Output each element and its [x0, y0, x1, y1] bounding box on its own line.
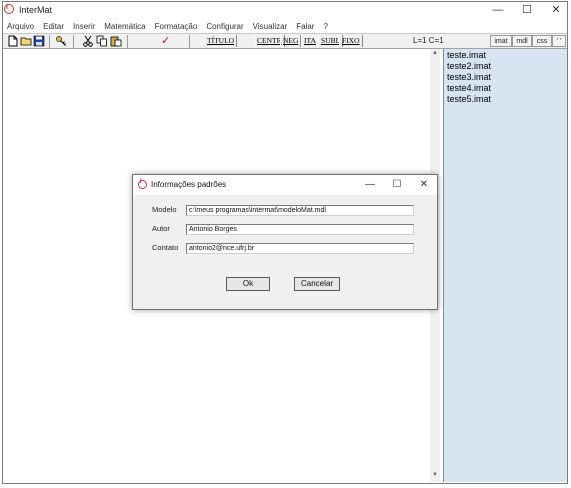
file-list-item[interactable]: teste.imat	[447, 50, 486, 60]
menu-formatacao[interactable]: Formatação	[155, 21, 198, 33]
check-icon[interactable]: ✓	[161, 34, 170, 48]
ok-button[interactable]: Ok	[226, 277, 270, 291]
window-title: InterMat	[19, 5, 53, 15]
cut-icon[interactable]	[82, 35, 94, 47]
italico-button[interactable]: ITA	[301, 35, 319, 47]
toolbar: ✓ TÍTULO CENTR NEG ITA SUBL FIXO L=1 C=1…	[3, 33, 567, 49]
save-icon[interactable]	[33, 35, 45, 47]
contato-input[interactable]: antonio2@nce.ufrj.br	[186, 243, 414, 254]
maximize-button[interactable]: ☐	[516, 3, 538, 17]
close-button[interactable]: ✕	[545, 3, 567, 17]
menu-inserir[interactable]: Inserir	[73, 21, 95, 33]
dialog-app-icon: I	[138, 179, 147, 189]
dialog-minimize-button[interactable]: —	[360, 178, 380, 192]
toolbar-separator	[189, 35, 190, 48]
file-list-item[interactable]: teste2.imat	[447, 61, 491, 71]
menu-visualizar[interactable]: Visualizar	[253, 21, 288, 33]
scroll-up-icon[interactable]: ▲	[430, 50, 440, 58]
scroll-down-icon[interactable]: ▼	[430, 472, 440, 480]
autor-input[interactable]: Antonio Borges	[186, 224, 414, 235]
titulo-button[interactable]: TÍTULO	[204, 35, 238, 47]
cursor-position: L=1 C=1	[413, 36, 444, 45]
paste-icon[interactable]	[110, 35, 122, 47]
title-bar	[3, 2, 567, 21]
menu-bar: Arquivo Editar Inserir Matemática Format…	[3, 21, 567, 33]
menu-configurar[interactable]: Configurar	[206, 21, 243, 33]
negrito-button[interactable]: NEG	[280, 35, 302, 47]
modelo-input[interactable]: c:\meus programas\intermat\modeloMat.mdl	[186, 205, 414, 216]
minimize-button[interactable]: —	[487, 3, 509, 17]
menu-matematica[interactable]: Matemática	[104, 21, 145, 33]
tab-mdl[interactable]: mdl	[512, 35, 532, 47]
file-list-item[interactable]: teste5.imat	[447, 94, 491, 104]
new-document-icon[interactable]	[7, 35, 19, 47]
tab-css[interactable]: css	[532, 35, 552, 47]
menu-help[interactable]: ?	[323, 21, 327, 33]
contato-label: Contato	[152, 243, 179, 252]
fixo-button[interactable]: FIXO	[339, 35, 363, 47]
menu-editar[interactable]: Editar	[43, 21, 64, 33]
tab-imat[interactable]: imat	[490, 35, 512, 47]
menu-arquivo[interactable]: Arquivo	[7, 21, 34, 33]
dialog-title: Informações padrões	[151, 180, 227, 189]
toolbar-separator	[127, 35, 128, 48]
open-folder-icon[interactable]	[20, 35, 32, 47]
toolbar-separator	[73, 35, 74, 48]
copy-icon[interactable]	[96, 35, 108, 47]
key-icon[interactable]	[55, 35, 67, 47]
file-list-item[interactable]: teste4.imat	[447, 83, 491, 93]
dialog-maximize-button[interactable]: ☐	[387, 178, 407, 192]
modelo-label: Modelo	[152, 205, 177, 214]
tab-quote[interactable]: ' '	[552, 35, 566, 47]
toolbar-separator	[49, 35, 50, 48]
app-logo-icon: I	[4, 4, 14, 14]
menu-falar[interactable]: Falar	[296, 21, 314, 33]
dialog-close-button[interactable]: ✕	[414, 178, 434, 192]
cancel-button[interactable]: Cancelar	[294, 277, 340, 291]
file-list-panel: teste.imat teste2.imat teste3.imat teste…	[443, 49, 567, 482]
info-dialog: I Informações padrões — ☐ ✕ Modelo c:\me…	[132, 174, 438, 310]
autor-label: Autor	[152, 224, 170, 233]
file-list-item[interactable]: teste3.imat	[447, 72, 491, 82]
